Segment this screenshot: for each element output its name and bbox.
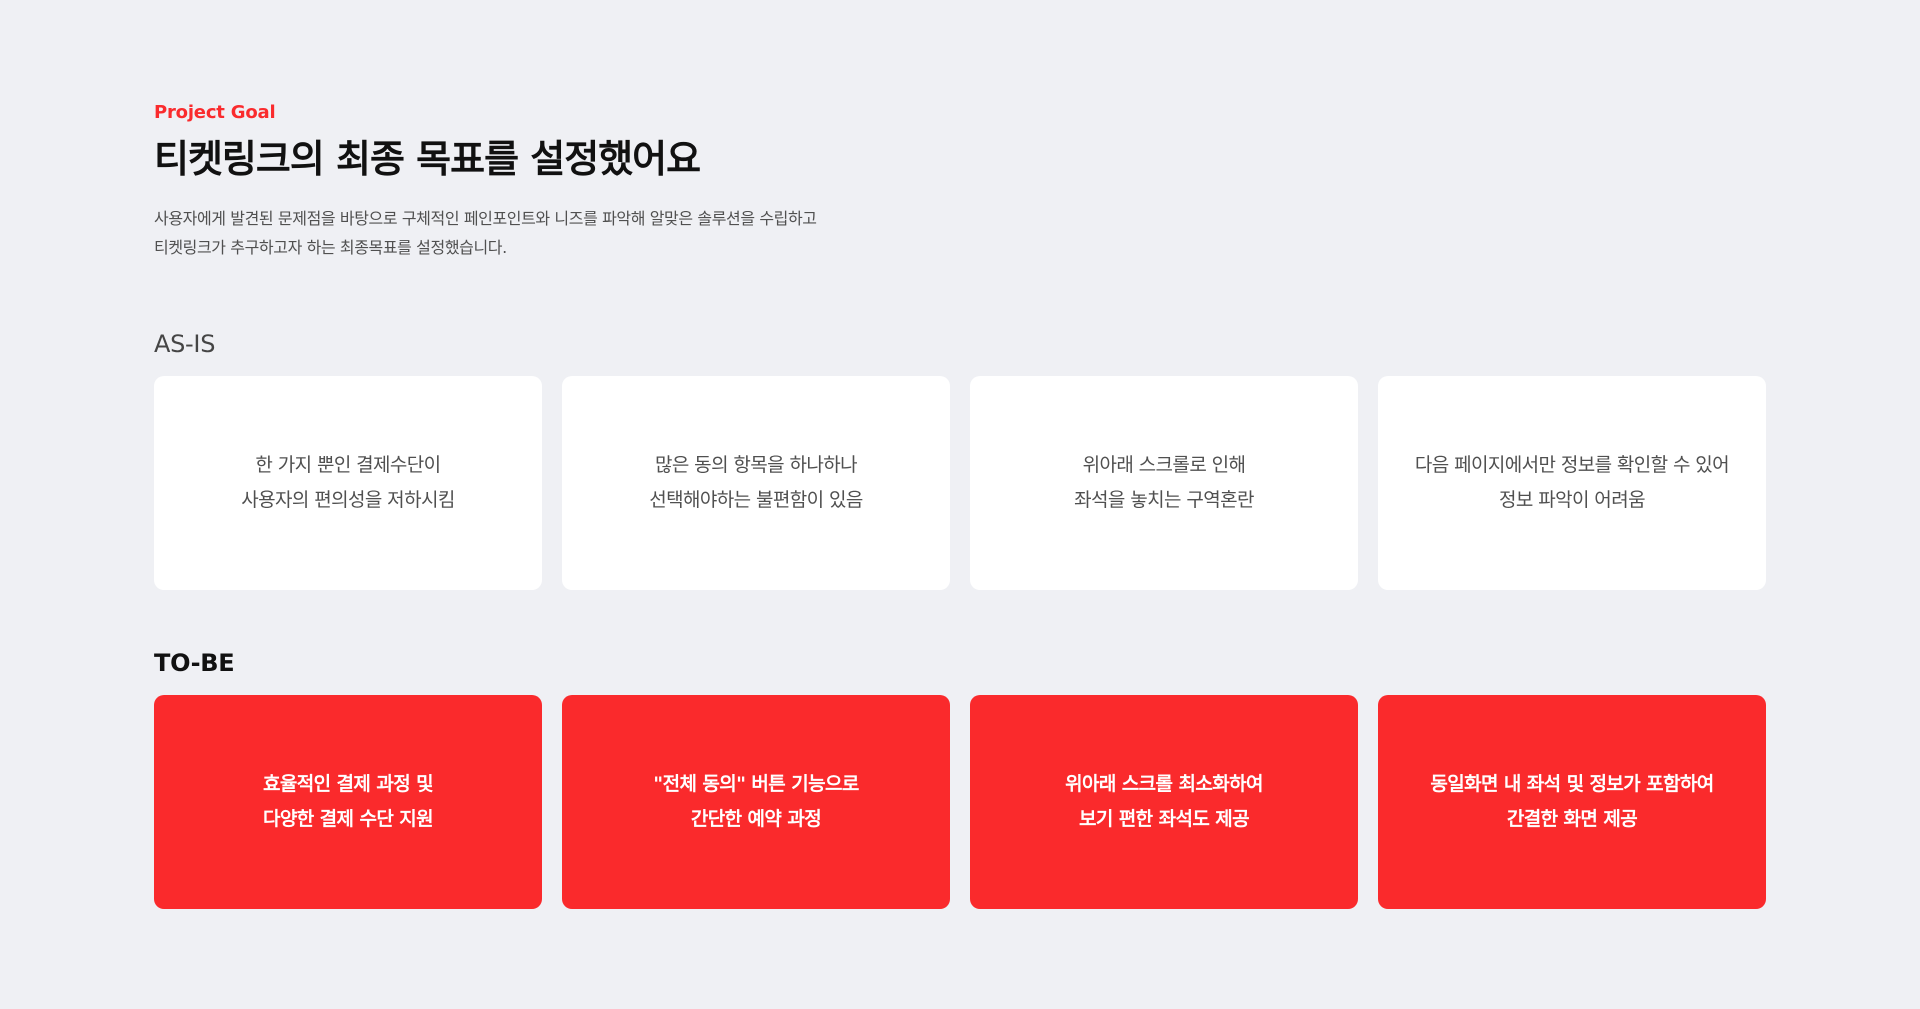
card-text-line: 많은 동의 항목을 하나하나 <box>654 454 858 476</box>
card-text-line: 선택해야하는 불편함이 있음 <box>649 489 863 511</box>
as-is-section: AS-IS 한 가지 뿐인 결제수단이 사용자의 편의성을 저하시킴 많은 동의… <box>154 326 1766 590</box>
page-description: 사용자에게 발견된 문제점을 바탕으로 구체적인 페인포인트와 니즈를 파악해 … <box>154 204 1154 262</box>
card-text-line: 다양한 결제 수단 지원 <box>263 808 434 830</box>
card-text-line: 간결한 화면 제공 <box>1506 808 1638 830</box>
to-be-card: "전체 동의" 버튼 기능으로 간단한 예약 과정 <box>562 695 950 909</box>
card-text: 많은 동의 항목을 하나하나 선택해야하는 불편함이 있음 <box>649 448 863 518</box>
card-text-line: "전체 동의" 버튼 기능으로 <box>653 773 859 795</box>
to-be-card: 동일화면 내 좌석 및 정보가 포함하여 간결한 화면 제공 <box>1378 695 1766 909</box>
to-be-label: TO-BE <box>154 649 235 677</box>
page-title: 티켓링크의 최종 목표를 설정했어요 <box>154 137 701 181</box>
header-section: Project Goal 티켓링크의 최종 목표를 설정했어요 사용자에게 발견… <box>154 100 1154 262</box>
to-be-section: TO-BE 효율적인 결제 과정 및 다양한 결제 수단 지원 "전체 동의" … <box>154 645 1766 909</box>
card-text-line: 간단한 예약 과정 <box>690 808 822 830</box>
to-be-card-list: 효율적인 결제 과정 및 다양한 결제 수단 지원 "전체 동의" 버튼 기능으… <box>154 695 1766 909</box>
card-text-line: 보기 편한 좌석도 제공 <box>1079 808 1250 830</box>
card-text: 다음 페이지에서만 정보를 확인할 수 있어 정보 파악이 어려움 <box>1414 448 1730 518</box>
card-text-line: 위아래 스크롤로 인해 <box>1082 454 1246 476</box>
card-text-line: 정보 파악이 어려움 <box>1499 489 1646 511</box>
as-is-card: 위아래 스크롤로 인해 좌석을 놓치는 구역혼란 <box>970 376 1358 590</box>
project-goal-page: Project Goal 티켓링크의 최종 목표를 설정했어요 사용자에게 발견… <box>0 0 1920 1009</box>
card-text: 동일화면 내 좌석 및 정보가 포함하여 간결한 화면 제공 <box>1430 767 1714 837</box>
card-text-line: 동일화면 내 좌석 및 정보가 포함하여 <box>1430 773 1714 795</box>
as-is-label: AS-IS <box>154 330 216 358</box>
eyebrow-label: Project Goal <box>154 102 276 123</box>
description-line: 사용자에게 발견된 문제점을 바탕으로 구체적인 페인포인트와 니즈를 파악해 … <box>154 209 817 228</box>
as-is-card: 다음 페이지에서만 정보를 확인할 수 있어 정보 파악이 어려움 <box>1378 376 1766 590</box>
card-text-line: 위아래 스크롤 최소화하여 <box>1065 773 1263 795</box>
card-text-line: 한 가지 뿐인 결제수단이 <box>255 454 441 476</box>
card-text-line: 다음 페이지에서만 정보를 확인할 수 있어 <box>1414 454 1730 476</box>
card-text-line: 사용자의 편의성을 저하시킴 <box>241 489 455 511</box>
card-text: "전체 동의" 버튼 기능으로 간단한 예약 과정 <box>653 767 859 837</box>
card-text-line: 효율적인 결제 과정 및 <box>263 773 434 795</box>
card-text: 위아래 스크롤로 인해 좌석을 놓치는 구역혼란 <box>1074 448 1254 518</box>
card-text: 한 가지 뿐인 결제수단이 사용자의 편의성을 저하시킴 <box>241 448 455 518</box>
to-be-card: 효율적인 결제 과정 및 다양한 결제 수단 지원 <box>154 695 542 909</box>
card-text-line: 좌석을 놓치는 구역혼란 <box>1074 489 1254 511</box>
description-line: 티켓링크가 추구하고자 하는 최종목표를 설정했습니다. <box>154 238 507 257</box>
as-is-card: 많은 동의 항목을 하나하나 선택해야하는 불편함이 있음 <box>562 376 950 590</box>
card-text: 위아래 스크롤 최소화하여 보기 편한 좌석도 제공 <box>1065 767 1263 837</box>
as-is-card-list: 한 가지 뿐인 결제수단이 사용자의 편의성을 저하시킴 많은 동의 항목을 하… <box>154 376 1766 590</box>
as-is-card: 한 가지 뿐인 결제수단이 사용자의 편의성을 저하시킴 <box>154 376 542 590</box>
card-text: 효율적인 결제 과정 및 다양한 결제 수단 지원 <box>263 767 434 837</box>
to-be-card: 위아래 스크롤 최소화하여 보기 편한 좌석도 제공 <box>970 695 1358 909</box>
